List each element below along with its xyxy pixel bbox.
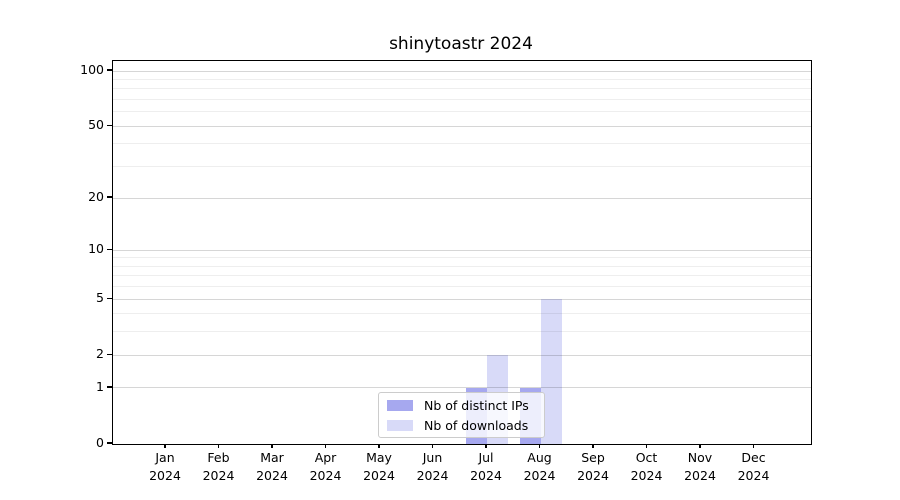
y-axis-tick <box>107 297 112 299</box>
gridline-minor <box>113 79 811 81</box>
y-axis-tick <box>107 196 112 198</box>
gridline-minor <box>113 331 811 333</box>
gridline-minor <box>113 275 811 277</box>
y-axis-tick <box>107 353 112 355</box>
x-tick-label: Jul 2024 <box>459 449 513 484</box>
gridline-major <box>113 354 811 356</box>
x-tick-label: Oct 2024 <box>620 449 674 484</box>
x-tick-label: Jun 2024 <box>406 449 460 484</box>
x-tick-month: Nov <box>687 450 713 465</box>
x-tick-year: 2024 <box>256 467 288 483</box>
x-tick-year: 2024 <box>737 467 770 483</box>
y-tick-label: 10 <box>88 241 104 257</box>
x-tick-month: Oct <box>635 450 658 465</box>
x-tick-month: Mar <box>260 450 284 465</box>
x-axis-tick <box>271 444 273 448</box>
x-tick-month: Jul <box>478 450 494 465</box>
gridline-minor <box>113 265 811 267</box>
legend-swatch-distinct-ips <box>387 399 413 411</box>
y-tick-label: 50 <box>88 117 104 133</box>
gridline-minor <box>113 313 811 315</box>
gridline-minor <box>113 143 811 145</box>
x-tick-month: Jan <box>155 450 175 465</box>
legend-label-downloads: Nb of downloads <box>424 417 529 433</box>
gridline-major <box>113 70 811 72</box>
gridline-minor <box>113 111 811 113</box>
x-axis-tick <box>324 444 327 448</box>
x-tick-label: Apr 2024 <box>299 449 353 484</box>
y-tick-label: 0 <box>96 435 104 450</box>
legend-label-distinct-ips: Nb of distinct IPs <box>424 397 529 413</box>
gridline-minor <box>113 99 811 101</box>
x-tick-month: Dec <box>741 450 766 465</box>
y-tick-label: 2 <box>96 346 104 362</box>
x-tick-label: Jan 2024 <box>138 449 192 484</box>
legend-item-distinct-ips: Nb of distinct IPs <box>387 398 536 413</box>
y-tick-label: 100 <box>80 62 104 78</box>
x-tick-year: 2024 <box>416 467 449 483</box>
gridline-major <box>113 125 811 127</box>
x-tick-month: Jun <box>422 450 443 465</box>
plot-area <box>112 60 812 445</box>
legend-swatch-downloads <box>387 419 413 431</box>
x-tick-month: May <box>366 450 392 465</box>
x-tick-month: Apr <box>314 450 337 465</box>
x-tick-label: Mar 2024 <box>245 449 299 484</box>
x-tick-label: Aug 2024 <box>513 449 567 484</box>
y-tick-label: 5 <box>96 290 104 306</box>
gridline-major <box>113 249 811 251</box>
x-tick-month: Sep <box>581 450 605 465</box>
y-axis-tick <box>107 69 112 71</box>
legend: Nb of distinct IPs Nb of downloads <box>378 392 545 438</box>
x-tick-label: Feb 2024 <box>192 449 246 484</box>
y-tick-label: 1 <box>96 378 104 394</box>
gridline-minor <box>113 286 811 288</box>
x-axis-tick <box>699 444 701 448</box>
chart-figure: shinytoastr 2024 0 1 2 5 10 20 50 100 Jan 2024 Feb… <box>0 0 900 500</box>
gridline-minor <box>113 166 811 168</box>
x-tick-year: 2024 <box>309 467 342 483</box>
gridline-major <box>113 387 811 389</box>
legend-item-downloads: Nb of downloads <box>387 418 536 433</box>
x-tick-year: 2024 <box>149 467 181 483</box>
y-tick-label: 20 <box>88 189 104 204</box>
x-tick-label: Sep 2024 <box>566 449 620 484</box>
x-tick-year: 2024 <box>363 467 395 483</box>
y-axis-tick <box>107 248 112 250</box>
x-axis-tick <box>592 444 594 448</box>
x-axis-tick <box>431 444 434 448</box>
gridline-major <box>113 197 811 199</box>
gridline-minor <box>113 88 811 90</box>
chart-title: shinytoastr 2024 <box>389 34 533 54</box>
x-tick-year: 2024 <box>523 467 556 483</box>
x-tick-year: 2024 <box>202 467 235 483</box>
x-axis-tick <box>645 444 648 448</box>
x-tick-year: 2024 <box>577 467 609 483</box>
x-axis-tick <box>164 444 166 448</box>
x-tick-year: 2024 <box>630 467 663 483</box>
y-axis-tick <box>107 442 112 444</box>
x-tick-label: May 2024 <box>352 449 406 484</box>
x-tick-label: Nov 2024 <box>673 449 727 484</box>
gridline-major <box>113 298 811 300</box>
gridline-minor <box>113 257 811 259</box>
x-tick-month: Feb <box>207 450 230 465</box>
x-axis-tick <box>485 444 487 448</box>
x-tick-year: 2024 <box>470 467 502 483</box>
x-axis-tick <box>378 444 380 448</box>
y-axis-tick <box>107 386 112 388</box>
x-axis-tick <box>752 444 755 448</box>
x-tick-month: Aug <box>527 450 552 465</box>
x-axis-tick <box>538 444 541 448</box>
x-tick-year: 2024 <box>684 467 716 483</box>
x-tick-label: Dec 2024 <box>727 449 781 484</box>
x-axis-tick <box>217 444 220 448</box>
y-axis-tick <box>107 124 112 126</box>
